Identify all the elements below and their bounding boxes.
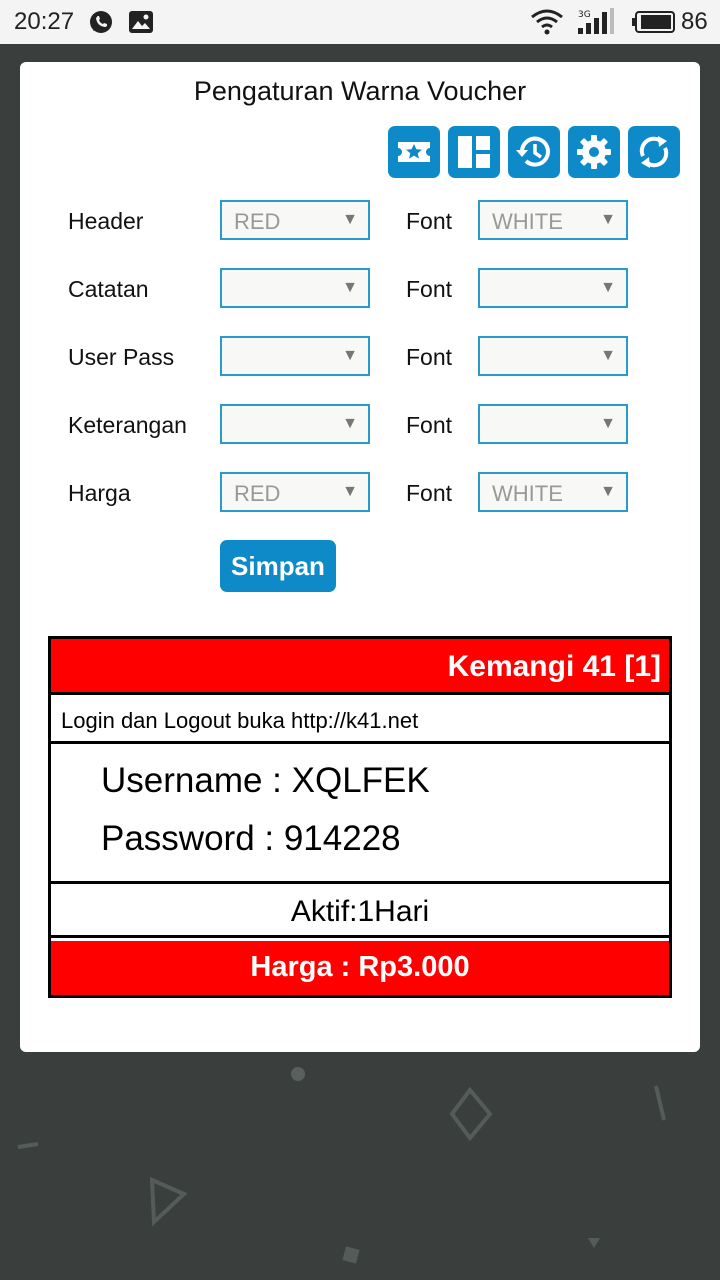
refresh-icon [639, 136, 669, 168]
battery-level: 86 [681, 8, 708, 35]
catatan-font-label: Font [406, 276, 453, 302]
save-button[interactable]: Simpan [220, 540, 336, 592]
chevron-down-icon: ▼ [342, 279, 358, 296]
page-title: Pengaturan Warna Voucher [193, 76, 527, 106]
settings-button[interactable] [568, 126, 620, 178]
voucher-active-period: Aktif:1Hari [51, 884, 669, 938]
chevron-down-icon: ▼ [600, 279, 616, 296]
voucher-price: Harga : Rp3.000 [51, 941, 669, 995]
catatan-label: Catatan [68, 276, 149, 302]
voucher-preview: Kemangi 41 [1] Login dan Logout buka htt… [48, 636, 672, 998]
voucher-button[interactable] [388, 126, 440, 178]
harga-bg-select[interactable]: RED ▼ [220, 472, 370, 512]
voucher-username: Username : XQLFEK [101, 761, 430, 800]
ticket-star-icon [398, 142, 430, 162]
refresh-button[interactable] [628, 126, 680, 178]
keterangan-bg-select[interactable]: ▼ [220, 404, 370, 444]
voucher-note: Login dan Logout buka http://k41.net [51, 698, 669, 744]
harga-label: Harga [68, 480, 131, 506]
user-pass-font-label: Font [406, 344, 453, 370]
history-icon [516, 136, 550, 167]
chevron-down-icon: ▼ [600, 483, 616, 500]
wifi-icon [531, 9, 563, 35]
select-value: RED [234, 481, 281, 506]
voucher-credentials: Username : XQLFEK Password : 914228 [51, 747, 669, 884]
battery-icon [632, 11, 675, 33]
history-button[interactable] [508, 126, 560, 178]
voucher-password: Password : 914228 [101, 819, 401, 858]
status-bar: 20:27 3G 86 [0, 0, 720, 44]
user-pass-label: User Pass [68, 344, 175, 370]
gallery-icon [129, 11, 153, 33]
harga-font-select[interactable]: WHITE ▼ [478, 472, 628, 512]
chevron-down-icon: ▼ [600, 415, 616, 432]
header-font-select[interactable]: WHITE ▼ [478, 200, 628, 240]
settings-icon [577, 135, 611, 169]
whatsapp-icon [90, 11, 112, 33]
keterangan-label: Keterangan [68, 412, 187, 438]
catatan-bg-select[interactable]: ▼ [220, 268, 370, 308]
svg-text:3G: 3G [578, 10, 591, 20]
chevron-down-icon: ▼ [342, 347, 358, 364]
header-bg-select[interactable]: RED ▼ [220, 200, 370, 240]
user-pass-bg-select[interactable]: ▼ [220, 336, 370, 376]
keterangan-font-label: Font [406, 412, 453, 438]
chevron-down-icon: ▼ [342, 415, 358, 432]
header-label: Header [68, 208, 144, 234]
catatan-font-select[interactable]: ▼ [478, 268, 628, 308]
header-font-label: Font [406, 208, 453, 234]
signal-3g-icon: 3G [578, 8, 614, 34]
dashboard-button[interactable] [448, 126, 500, 178]
settings-card: Pengaturan Warna Voucher Header RED ▼ Fo… [20, 62, 700, 1052]
chevron-down-icon: ▼ [600, 211, 616, 228]
select-value: WHITE [492, 481, 563, 506]
dashboard-icon [458, 136, 490, 168]
status-time: 20:27 [14, 8, 75, 35]
harga-font-label: Font [406, 480, 453, 506]
select-value: WHITE [492, 209, 563, 234]
user-pass-font-select[interactable]: ▼ [478, 336, 628, 376]
background-decoration [17, 1067, 666, 1264]
chevron-down-icon: ▼ [342, 211, 358, 228]
keterangan-font-select[interactable]: ▼ [478, 404, 628, 444]
chevron-down-icon: ▼ [342, 483, 358, 500]
select-value: RED [234, 209, 281, 234]
voucher-header: Kemangi 41 [1] [51, 639, 669, 695]
chevron-down-icon: ▼ [600, 347, 616, 364]
